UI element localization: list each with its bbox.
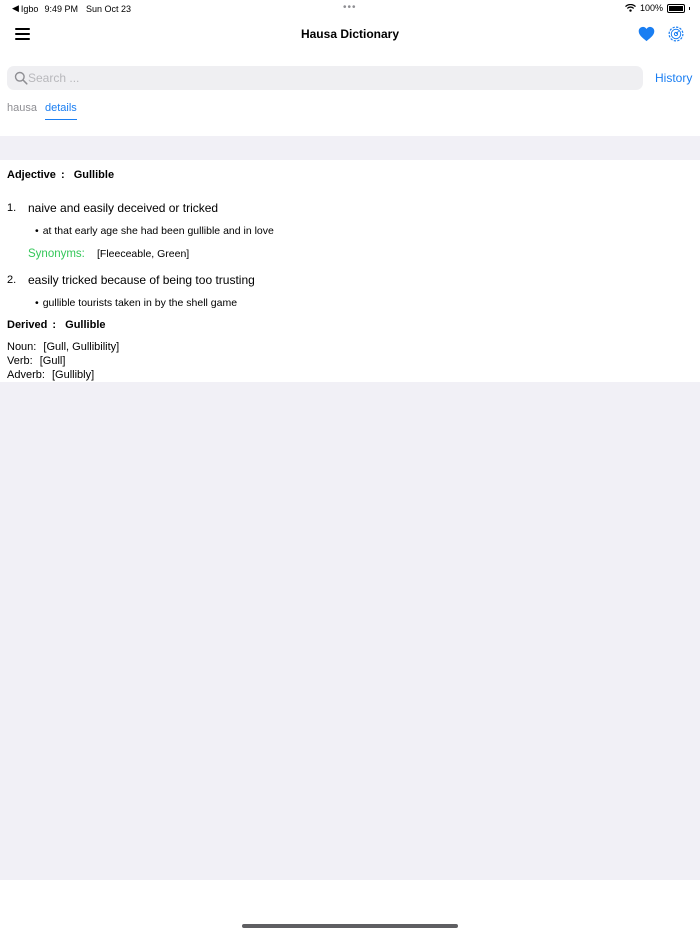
section-divider xyxy=(0,136,700,160)
synonyms-values: [Fleeceable, Green] xyxy=(97,248,190,260)
derived-verb-row: Verb: [Gull] xyxy=(7,355,65,367)
derived-form-label: Noun: xyxy=(7,341,37,353)
part-of-speech-heading: Adjective : Gullible xyxy=(7,169,114,181)
derived-heading: Derived : Gullible xyxy=(7,319,106,331)
back-triangle-icon: ◀ xyxy=(12,3,19,13)
example-text: at that early age she had been gullible … xyxy=(42,225,274,237)
part-of-speech: Adjective xyxy=(7,169,56,181)
definition-text: naive and easily deceived or tricked xyxy=(28,201,219,215)
page-title: Hausa Dictionary xyxy=(300,27,400,41)
derived-form-value: [Gull, Gullibility] xyxy=(43,341,120,353)
bullet: • xyxy=(35,297,39,309)
battery-icon xyxy=(667,3,685,13)
status-date: Sun Oct 23 xyxy=(85,3,132,14)
heart-icon[interactable] xyxy=(638,26,655,42)
definition-number: 2. xyxy=(7,274,17,286)
status-time: 9:49 PM xyxy=(44,3,78,14)
search-icon xyxy=(14,71,28,85)
back-app-label: Igbo xyxy=(20,3,39,14)
back-to-app-link[interactable]: ◀ Igbo xyxy=(12,3,38,14)
bullet: • xyxy=(35,225,39,237)
derived-form-value: [Gull] xyxy=(39,355,66,367)
derived-form-label: Adverb: xyxy=(7,369,45,381)
tab-hausa[interactable]: hausa xyxy=(7,102,37,119)
pos-colon: : xyxy=(60,169,65,181)
derived-label: Derived xyxy=(7,319,48,331)
status-bar: ◀ Igbo 9:49 PM Sun Oct 23 ••• 100% xyxy=(0,0,700,18)
derived-adverb-row: Adverb: [Gullibly] xyxy=(7,369,94,381)
tab-details[interactable]: details xyxy=(45,102,77,120)
settings-icon[interactable] xyxy=(667,25,685,43)
search-input[interactable] xyxy=(28,66,628,90)
search-bar[interactable] xyxy=(7,66,643,90)
example-sentence: • gullible tourists taken in by the shell… xyxy=(35,297,237,309)
multitasking-dots-icon[interactable]: ••• xyxy=(343,2,357,13)
derived-noun-row: Noun: [Gull, Gullibility] xyxy=(7,341,119,353)
empty-background-area xyxy=(0,382,700,880)
example-text: gullible tourists taken in by the shell … xyxy=(42,297,238,309)
derived-word: Gullible xyxy=(65,319,106,331)
derived-form-label: Verb: xyxy=(7,355,33,367)
nav-bar: Hausa Dictionary xyxy=(0,18,700,52)
battery-cap xyxy=(689,6,690,10)
battery-percent: 100% xyxy=(639,3,663,13)
headword: Gullible xyxy=(73,169,115,181)
derived-form-value: [Gullibly] xyxy=(51,369,95,381)
synonyms-label: Synonyms: xyxy=(28,248,85,260)
example-sentence: • at that early age she had been gullible… xyxy=(35,225,274,237)
status-left: ◀ Igbo 9:49 PM Sun Oct 23 xyxy=(12,3,131,14)
status-right: 100% xyxy=(625,3,690,13)
wifi-icon xyxy=(625,4,636,12)
definition-text: easily tricked because of being too trus… xyxy=(28,273,255,287)
home-indicator[interactable] xyxy=(242,924,458,928)
definition-number: 1. xyxy=(7,202,17,214)
history-button[interactable]: History xyxy=(655,71,692,85)
derived-colon: : xyxy=(52,319,57,331)
